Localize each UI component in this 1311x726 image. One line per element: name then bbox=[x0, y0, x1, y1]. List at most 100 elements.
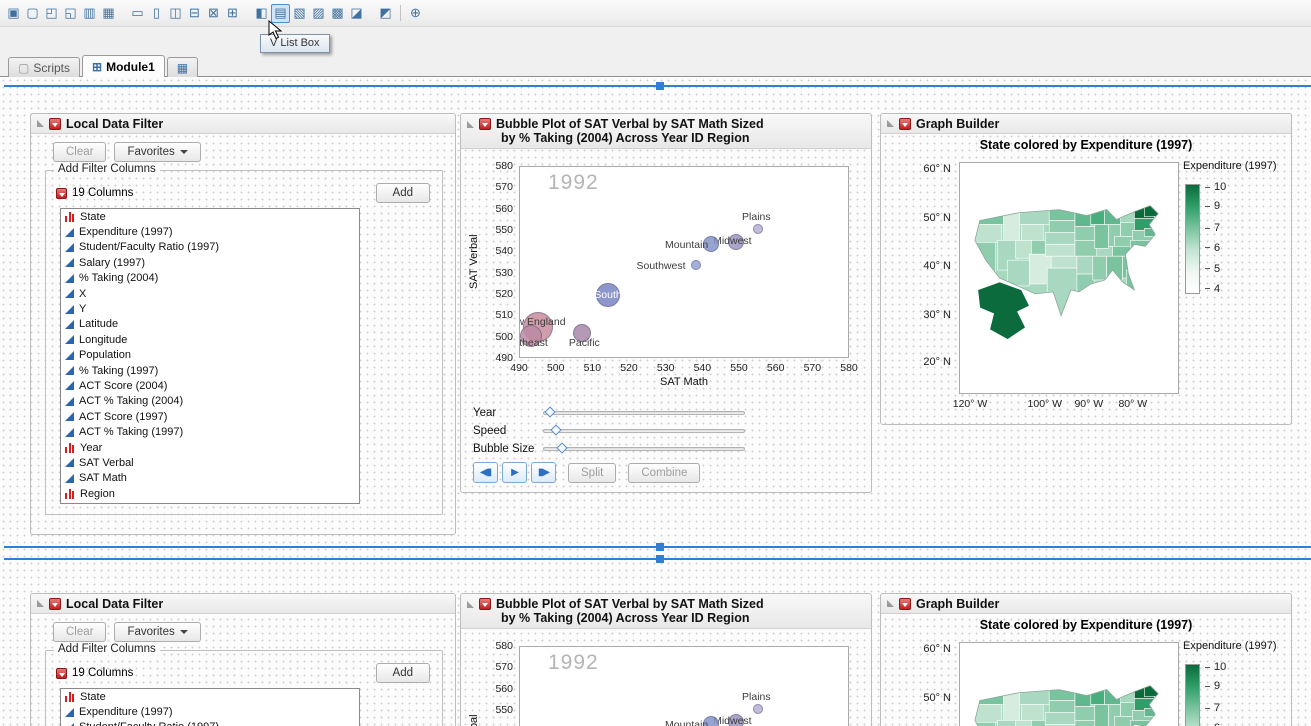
clear-button[interactable]: Clear bbox=[53, 142, 106, 162]
bubble-plot-frame[interactable]: 1992 PlainsMidwestMountainSouthwestSouth… bbox=[519, 646, 849, 726]
speed-slider[interactable] bbox=[543, 429, 745, 433]
row-splitter-top[interactable] bbox=[4, 85, 1311, 87]
icon-box-icon[interactable]: ◩ bbox=[376, 4, 395, 23]
collapse-triangle-icon[interactable] bbox=[887, 120, 894, 127]
legend-gradient-bar[interactable] bbox=[1185, 664, 1200, 726]
splitter-handle[interactable] bbox=[656, 82, 664, 90]
filter-column-y[interactable]: Y bbox=[61, 301, 359, 316]
tab-box-icon[interactable]: ◱ bbox=[61, 4, 80, 23]
bubble-size-slider[interactable] bbox=[543, 447, 745, 451]
step-forward-button[interactable]: ▮▶ bbox=[531, 462, 556, 483]
slider-thumb[interactable] bbox=[544, 406, 555, 417]
tab-scripts[interactable]: ▢ Scripts bbox=[8, 57, 80, 77]
filter-column-population[interactable]: Population bbox=[61, 348, 359, 363]
filter-column-taking-1997[interactable]: % Taking (1997) bbox=[61, 363, 359, 378]
collapse-triangle-icon[interactable] bbox=[467, 601, 474, 608]
tab-new-script[interactable]: ▦ bbox=[167, 57, 198, 77]
table-box-icon[interactable]: ▩ bbox=[328, 4, 347, 23]
bubble-plains[interactable] bbox=[753, 224, 763, 234]
slider-thumb[interactable] bbox=[556, 442, 567, 453]
red-triangle-menu-icon[interactable] bbox=[899, 118, 911, 130]
graph-builder-header[interactable]: Graph Builder bbox=[881, 114, 1291, 134]
splitter-handle[interactable] bbox=[656, 555, 664, 563]
latitude-axis[interactable]: 60° N50° N40° N30° N20° N bbox=[915, 162, 955, 394]
filter-column-region[interactable]: Region bbox=[61, 486, 359, 501]
favorites-button[interactable]: Favorites bbox=[114, 142, 200, 162]
lineup-box-icon[interactable]: ▧ bbox=[290, 4, 309, 23]
bubble-header[interactable]: Bubble Plot of SAT Verbal by SAT Math Si… bbox=[461, 594, 871, 629]
x-axis[interactable]: 490500510520530540550560570580 bbox=[519, 362, 849, 375]
filter-columns-list[interactable]: StateExpenditure (1997)Student/Faculty R… bbox=[60, 688, 360, 726]
red-triangle-menu-icon[interactable] bbox=[479, 598, 491, 610]
us-map-frame[interactable] bbox=[959, 162, 1179, 394]
graph-builder-header[interactable]: Graph Builder bbox=[881, 594, 1291, 614]
filter-column-x[interactable]: X bbox=[61, 286, 359, 301]
filter-column-year[interactable]: Year bbox=[61, 440, 359, 455]
collapse-triangle-icon[interactable] bbox=[887, 600, 894, 607]
border-box-icon[interactable]: ◰ bbox=[42, 4, 61, 23]
filter-column-act-score-2004[interactable]: ACT Score (2004) bbox=[61, 378, 359, 393]
clear-button[interactable]: Clear bbox=[53, 622, 106, 642]
col-list-box-icon[interactable]: ▨ bbox=[309, 4, 328, 23]
filter-column-state[interactable]: State bbox=[61, 689, 359, 704]
number-edit-box-icon[interactable]: ◫ bbox=[166, 4, 185, 23]
y-axis[interactable]: 580570560550540530520510500490 bbox=[485, 646, 516, 726]
latitude-axis[interactable]: 60° N50° N40° N30° N20° N bbox=[915, 642, 955, 726]
red-triangle-menu-icon[interactable] bbox=[49, 598, 61, 610]
filter-column-state[interactable]: State bbox=[61, 209, 359, 224]
filter-column-latitude[interactable]: Latitude bbox=[61, 317, 359, 332]
us-map[interactable] bbox=[960, 643, 1178, 726]
filter-column-student-faculty-ratio-1997[interactable]: Student/Faculty Ratio (1997) bbox=[61, 240, 359, 255]
columns-red-triangle-icon[interactable] bbox=[56, 668, 67, 679]
filter-column-expenditure-1997[interactable]: Expenditure (1997) bbox=[61, 224, 359, 239]
red-triangle-menu-icon[interactable] bbox=[479, 118, 491, 130]
collapse-triangle-icon[interactable] bbox=[467, 121, 474, 128]
bubble-header[interactable]: Bubble Plot of SAT Verbal by SAT Math Si… bbox=[461, 114, 871, 149]
filter-column-act-taking-1997[interactable]: ACT % Taking (1997) bbox=[61, 424, 359, 439]
text-edit-box-icon[interactable]: ▯ bbox=[147, 4, 166, 23]
tab-module1[interactable]: ⊞ Module1 bbox=[82, 55, 165, 77]
graph-box-icon[interactable]: ▥ bbox=[80, 4, 99, 23]
red-triangle-menu-icon[interactable] bbox=[49, 118, 61, 130]
filter-column-sat-math[interactable]: SAT Math bbox=[61, 471, 359, 486]
outline-box-icon[interactable]: ▣ bbox=[4, 4, 23, 23]
check-box-icon[interactable]: ⊠ bbox=[204, 4, 223, 23]
panel-box-icon[interactable]: ▢ bbox=[23, 4, 42, 23]
step-back-button[interactable]: ◀▮ bbox=[473, 462, 498, 483]
text-box-icon[interactable]: ▭ bbox=[128, 4, 147, 23]
button-box-icon[interactable]: ⊟ bbox=[185, 4, 204, 23]
longitude-axis[interactable]: 120° W100° W90° W80° W bbox=[959, 398, 1179, 412]
filter-column-taking-2004[interactable]: % Taking (2004) bbox=[61, 271, 359, 286]
filter-column-salary-1997[interactable]: Salary (1997) bbox=[61, 255, 359, 270]
split-button[interactable]: Split bbox=[568, 463, 616, 483]
favorites-button[interactable]: Favorites bbox=[114, 622, 200, 642]
filter-column-act-taking-2004[interactable]: ACT % Taking (2004) bbox=[61, 394, 359, 409]
splitter-handle[interactable] bbox=[656, 543, 664, 551]
collapse-triangle-icon[interactable] bbox=[37, 120, 44, 127]
play-button[interactable]: ▶ bbox=[502, 462, 527, 483]
filter-column-student-faculty-ratio-1997[interactable]: Student/Faculty Ratio (1997) bbox=[61, 720, 359, 726]
bubble-southwest[interactable] bbox=[691, 260, 701, 270]
add-button[interactable]: Add bbox=[376, 183, 430, 203]
bubble-plot-frame[interactable]: 1992 PlainsMidwestMountainSouthwestSouth… bbox=[519, 166, 849, 358]
spacer-box-icon[interactable]: ◪ bbox=[347, 4, 366, 23]
collapse-triangle-icon[interactable] bbox=[37, 600, 44, 607]
slider-thumb[interactable] bbox=[550, 424, 561, 435]
filter-columns-list[interactable]: StateExpenditure (1997)Student/Faculty R… bbox=[60, 208, 360, 504]
script-box-icon[interactable]: ⊕ bbox=[406, 4, 425, 23]
red-triangle-menu-icon[interactable] bbox=[899, 598, 911, 610]
filter-column-expenditure-1997[interactable]: Expenditure (1997) bbox=[61, 704, 359, 719]
row-splitter-mid-a[interactable] bbox=[4, 546, 1311, 548]
filter-column-act-score-1997[interactable]: ACT Score (1997) bbox=[61, 409, 359, 424]
us-map[interactable] bbox=[960, 163, 1178, 393]
combo-box-icon[interactable]: ⊞ bbox=[223, 4, 242, 23]
year-slider[interactable] bbox=[543, 411, 745, 415]
columns-red-triangle-icon[interactable] bbox=[56, 188, 67, 199]
row-splitter-mid-b[interactable] bbox=[4, 558, 1311, 560]
ldf-header[interactable]: Local Data Filter bbox=[31, 594, 455, 614]
filter-column-sat-verbal[interactable]: SAT Verbal bbox=[61, 455, 359, 470]
legend-gradient-bar[interactable] bbox=[1185, 184, 1200, 294]
picture-box-icon[interactable]: ▦ bbox=[99, 4, 118, 23]
y-axis[interactable]: 580570560550540530520510500490 bbox=[485, 166, 516, 358]
add-button[interactable]: Add bbox=[376, 663, 430, 683]
